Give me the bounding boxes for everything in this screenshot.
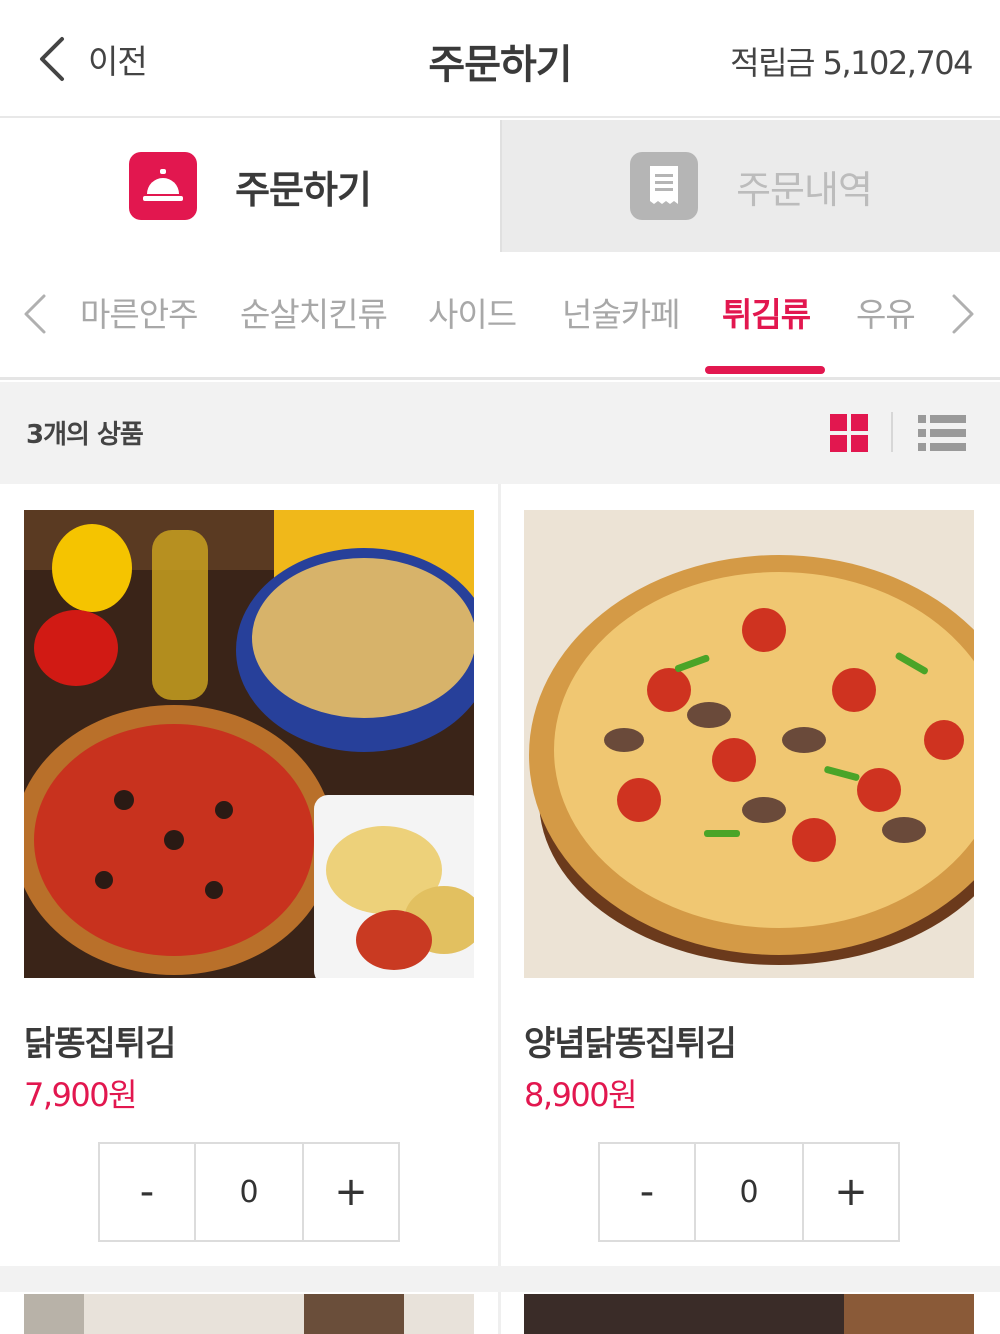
top-header: 이전 주문하기 적립금 5,102,704 [0,0,1000,118]
product-name: 닭똥집튀김 [24,1024,176,1064]
active-category-underline [705,366,825,374]
row-divider [0,1266,1000,1292]
product-image[interactable] [24,1294,474,1334]
product-image[interactable] [524,1294,974,1334]
receipt-icon [630,152,699,220]
decrease-button[interactable]: - [100,1144,194,1240]
product-card[interactable]: 양념닭똥집튀김 8,900원 - 0 + [524,510,974,1242]
product-price: 7,900원 [24,1076,138,1114]
tab-order[interactable]: 주문하기 [0,120,500,252]
column-divider [498,484,501,1334]
product-name: 양념닭똥집튀김 [524,1024,737,1064]
grid-view-icon[interactable] [830,414,868,452]
product-image[interactable] [24,510,474,978]
tab-order-label: 주문하기 [235,167,372,212]
increase-button[interactable]: + [304,1144,398,1240]
view-toggle-divider [891,412,893,452]
decrease-button[interactable]: - [600,1144,694,1240]
tab-order-history-label: 주문내역 [736,167,873,212]
category-item[interactable]: 넌술카페 [562,288,680,336]
category-bar: 마른안주 순살치킨류 사이드 넌술카페 튀김류 우유 [0,252,1000,380]
tab-order-history[interactable]: 주문내역 [500,120,1000,252]
category-item[interactable]: 우유 [856,288,916,336]
category-item[interactable]: 마른안주 [80,288,198,336]
category-item[interactable]: 순살치킨류 [240,288,388,336]
category-item-active[interactable]: 튀김류 [722,288,811,336]
quantity-value[interactable]: 0 [194,1144,304,1240]
list-view-icon[interactable] [918,414,966,452]
quantity-value[interactable]: 0 [694,1144,804,1240]
points-balance: 적립금 5,102,704 [730,44,973,82]
quantity-stepper: - 0 + [98,1142,400,1242]
chevron-left-icon[interactable] [20,292,50,336]
main-tabs: 주문하기 주문내역 [0,120,1000,252]
product-image[interactable] [524,510,974,978]
increase-button[interactable]: + [804,1144,898,1240]
category-item[interactable]: 사이드 [428,288,517,336]
service-bell-icon [129,152,198,220]
quantity-stepper: - 0 + [598,1142,900,1242]
product-card[interactable]: 닭똥집튀김 7,900원 - 0 + [24,510,474,1242]
chevron-right-icon[interactable] [948,292,978,336]
product-count: 3개의 상품 [26,420,144,450]
product-price: 8,900원 [524,1076,638,1114]
